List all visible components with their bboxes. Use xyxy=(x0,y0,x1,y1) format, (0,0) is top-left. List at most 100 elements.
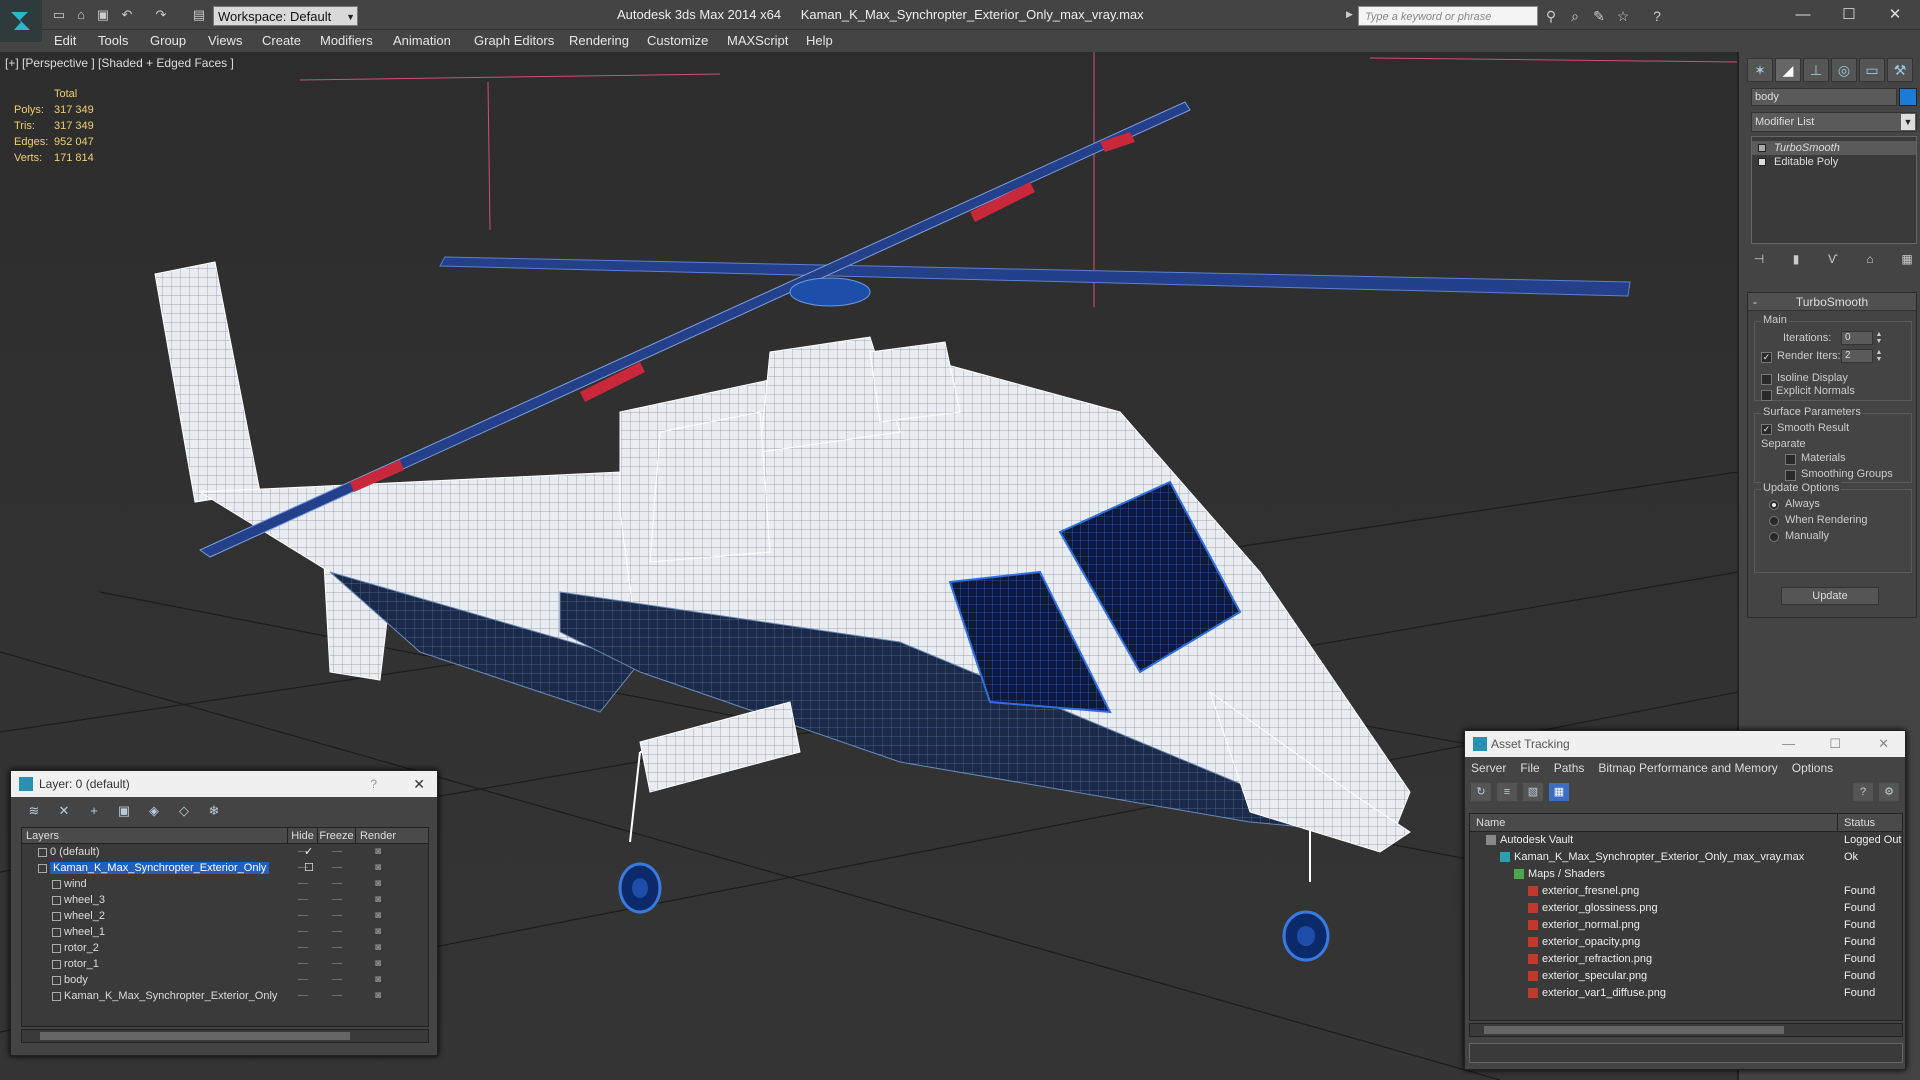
asset-row[interactable]: exterior_var1_diffuse.png Found xyxy=(1470,985,1902,1002)
menu-tools[interactable]: Tools xyxy=(98,33,128,48)
asset-menu-paths[interactable]: Paths xyxy=(1554,757,1585,779)
iterations-spinner[interactable]: 0 xyxy=(1841,331,1873,345)
lightbulb-icon[interactable] xyxy=(1758,144,1766,152)
configure-modifier-sets-icon[interactable]: ▦ xyxy=(1897,250,1917,268)
favorites-star-icon[interactable]: ☆ xyxy=(1614,7,1632,25)
layer-row[interactable]: Kaman_K_Max_Synchropter_Exterior_Only — — ◙ xyxy=(22,988,428,1004)
save-file-icon[interactable]: ▣ xyxy=(94,6,112,24)
undo-icon[interactable]: ↶ xyxy=(118,6,136,24)
menu-help[interactable]: Help xyxy=(806,33,833,48)
asset-row[interactable]: Maps / Shaders xyxy=(1470,866,1902,883)
asset-menu-file[interactable]: File xyxy=(1520,757,1539,779)
search-input[interactable]: Type a keyword or phrase xyxy=(1358,6,1538,26)
layer-name-cell[interactable]: wheel_2 xyxy=(22,908,288,924)
close-icon[interactable]: ✕ xyxy=(413,771,425,797)
render-toggle-icon[interactable]: ◙ xyxy=(356,860,400,876)
menu-group[interactable]: Group xyxy=(150,33,186,48)
set-active-layer-icon[interactable]: ☐ xyxy=(304,860,314,876)
asset-path-field[interactable] xyxy=(1469,1043,1903,1063)
scrollbar-thumb[interactable] xyxy=(40,1032,350,1040)
asset-row[interactable]: exterior_fresnel.png Found xyxy=(1470,883,1902,900)
layer-dialog-titlebar[interactable]: Layer: 0 (default) ? ✕ xyxy=(11,771,437,797)
layer-row[interactable]: Kaman_K_Max_Synchropter_Exterior_Only ☐ — —… xyxy=(22,860,428,876)
communication-center-icon[interactable]: ✎ xyxy=(1590,7,1608,25)
add-to-layer-icon[interactable]: + xyxy=(83,803,105,819)
table-view-icon[interactable]: ▦ xyxy=(1549,783,1569,801)
list-view-icon[interactable]: ≡ xyxy=(1497,783,1517,801)
materials-checkbox[interactable] xyxy=(1785,454,1796,465)
expand-icon[interactable] xyxy=(1758,158,1766,166)
column-name[interactable]: Name xyxy=(1470,814,1838,831)
utilities-tab-icon[interactable]: ⚒ xyxy=(1887,58,1913,82)
render-toggle-icon[interactable]: ◙ xyxy=(356,956,400,972)
hide-all-icon[interactable]: ◇ xyxy=(173,803,195,819)
rollout-header[interactable]: - TurboSmooth xyxy=(1748,293,1916,311)
render-toggle-icon[interactable]: ◙ xyxy=(356,924,400,940)
hide-toggle-icon[interactable]: — xyxy=(288,972,318,988)
isoline-display-checkbox[interactable] xyxy=(1761,374,1772,385)
show-end-result-icon[interactable]: ▮ xyxy=(1786,250,1806,268)
render-toggle-icon[interactable]: ◙ xyxy=(356,876,400,892)
layer-name-cell[interactable]: body xyxy=(22,972,288,988)
manually-radio[interactable] xyxy=(1769,532,1779,542)
layer-row[interactable]: wheel_1— — ◙ xyxy=(22,924,428,940)
maximize-button[interactable]: ☐ xyxy=(1834,4,1864,26)
spinner-arrows-icon[interactable]: ▲ ▼ xyxy=(1875,349,1883,363)
active-layer-check-icon[interactable]: ✓ xyxy=(304,844,314,860)
hierarchy-tab-icon[interactable]: ⊥ xyxy=(1803,58,1829,82)
modifier-stack[interactable]: TurboSmooth Editable Poly xyxy=(1751,136,1917,244)
layer-name-cell[interactable]: Kaman_K_Max_Synchropter_Exterior_Only xyxy=(22,860,288,876)
hide-toggle-icon[interactable]: — xyxy=(288,876,318,892)
layer-name-cell[interactable]: rotor_2 xyxy=(22,940,288,956)
stack-item-turbosmooth[interactable]: TurboSmooth xyxy=(1752,141,1916,155)
object-color-swatch[interactable] xyxy=(1899,88,1917,106)
layer-name-cell[interactable]: rotor_1 xyxy=(22,956,288,972)
open-file-icon[interactable]: ⌂ xyxy=(72,6,90,24)
hide-toggle-icon[interactable]: — xyxy=(288,892,318,908)
layer-row[interactable]: 0 (default) ✓ — — ◙ xyxy=(22,844,428,860)
layer-name-cell[interactable]: wheel_1 xyxy=(22,924,288,940)
asset-menu-server[interactable]: Server xyxy=(1471,757,1506,779)
layer-row[interactable]: body — — ◙ xyxy=(22,972,428,988)
create-tab-icon[interactable]: ✶ xyxy=(1747,58,1773,82)
highlight-layer-icon[interactable]: ◈ xyxy=(143,803,165,819)
modifier-list-dropdown[interactable]: Modifier List ▼ xyxy=(1751,112,1917,132)
spinner-arrows-icon[interactable]: ▲ ▼ xyxy=(1875,331,1883,345)
pin-stack-icon[interactable]: ⊣ xyxy=(1749,250,1769,268)
update-button[interactable]: Update xyxy=(1781,587,1879,605)
freeze-toggle-icon[interactable]: — xyxy=(318,892,356,908)
freeze-toggle-icon[interactable]: — xyxy=(318,876,356,892)
delete-layer-icon[interactable]: ✕ xyxy=(53,803,75,819)
help-icon[interactable]: ? xyxy=(1853,783,1873,801)
freeze-toggle-icon[interactable]: — xyxy=(318,924,356,940)
smoothing-groups-checkbox[interactable] xyxy=(1785,470,1796,481)
asset-dialog-titlebar[interactable]: Asset Tracking — ☐ ✕ xyxy=(1465,731,1905,757)
asset-menu-options[interactable]: Options xyxy=(1792,757,1833,779)
when-rendering-radio[interactable] xyxy=(1769,516,1779,526)
menu-graph-editors[interactable]: Graph Editors xyxy=(474,33,554,48)
render-iters-checkbox[interactable]: ✓ xyxy=(1761,352,1772,363)
hide-toggle-icon[interactable]: — xyxy=(288,988,318,1004)
render-toggle-icon[interactable]: ◙ xyxy=(356,972,400,988)
help-icon[interactable]: ? xyxy=(1648,7,1666,25)
asset-row[interactable]: exterior_normal.png Found xyxy=(1470,917,1902,934)
maximize-button[interactable]: ☐ xyxy=(1829,731,1841,757)
scrollbar-thumb[interactable] xyxy=(1484,1026,1784,1034)
help-button[interactable]: ? xyxy=(370,771,377,797)
hide-toggle-icon[interactable]: — xyxy=(288,908,318,924)
column-layers[interactable]: Layers xyxy=(22,828,288,843)
column-status[interactable]: Status xyxy=(1838,814,1875,831)
display-tab-icon[interactable]: ▭ xyxy=(1859,58,1885,82)
menu-create[interactable]: Create xyxy=(262,33,301,48)
asset-row[interactable]: exterior_opacity.png Found xyxy=(1470,934,1902,951)
menu-rendering[interactable]: Rendering xyxy=(569,33,629,48)
minimize-button[interactable]: — xyxy=(1782,731,1795,757)
horizontal-scrollbar[interactable] xyxy=(1469,1023,1903,1037)
freeze-toggle-icon[interactable]: — xyxy=(318,956,356,972)
layer-table[interactable]: Layers Hide Freeze Render 0 (default) ✓ — —… xyxy=(21,827,429,1027)
column-render[interactable]: Render xyxy=(356,828,400,843)
layer-row[interactable]: rotor_2— — ◙ xyxy=(22,940,428,956)
asset-row[interactable]: exterior_refraction.png Found xyxy=(1470,951,1902,968)
asset-table[interactable]: Name Status Autodesk Vault Logged Out Kama… xyxy=(1469,813,1903,1021)
settings-icon[interactable]: ⚙ xyxy=(1879,783,1899,801)
